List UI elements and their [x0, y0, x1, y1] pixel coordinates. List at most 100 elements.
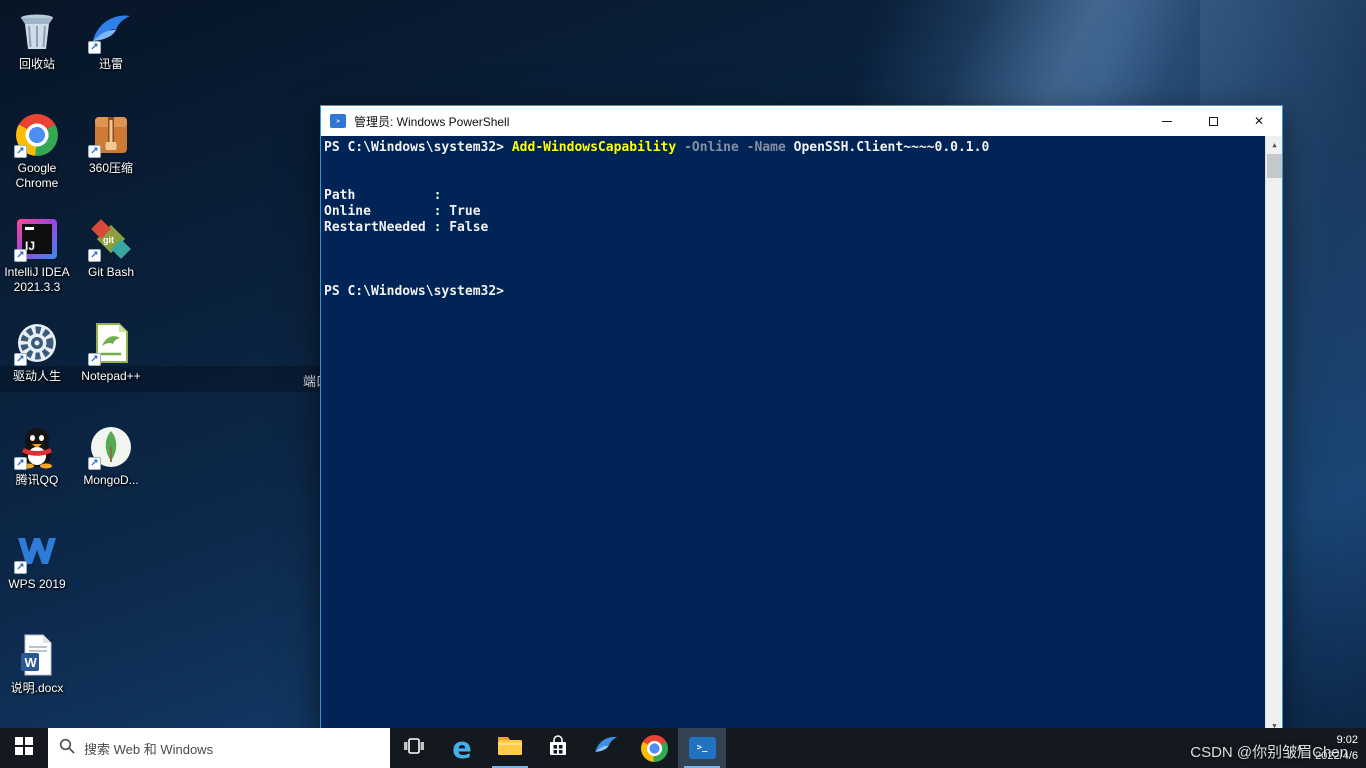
mongodb-leaf-icon: ↗ [88, 424, 134, 470]
console-prompt-line: PS C:\Windows\system32> [324, 284, 505, 299]
edge-icon: e [452, 730, 472, 765]
shortcut-arrow-icon: ↗ [88, 457, 101, 470]
taskbar-clock[interactable]: 9:02 2022/4/6 [1315, 732, 1358, 765]
desktop-icon-label: 腾讯QQ [15, 473, 59, 487]
shortcut-arrow-icon: ↗ [14, 457, 27, 470]
desktop-icon-git-bash[interactable]: git ↗ Git Bash [75, 216, 147, 280]
console-command-line: PS C:\Windows\system32> Add-WindowsCapab… [324, 140, 1262, 156]
desktop-icon-label: MongoD... [83, 473, 139, 487]
wps-icon: W ↗ [14, 528, 60, 574]
svg-text:git: git [103, 235, 114, 245]
desktop-icon-label: 说明.docx [10, 681, 64, 695]
tooltip-fragment: 端口 [303, 374, 320, 389]
taskbar-store-button[interactable] [534, 728, 582, 768]
git-bash-icon: git ↗ [88, 216, 134, 262]
scrollbar-thumb[interactable] [1267, 154, 1282, 178]
word-document-icon: W [14, 632, 60, 678]
taskbar-thunder-button[interactable] [582, 728, 630, 768]
task-view-button[interactable] [390, 728, 438, 768]
shortcut-arrow-icon: ↗ [14, 249, 27, 262]
start-button[interactable] [0, 728, 48, 768]
desktop-icon-tencent-qq[interactable]: ↗ 腾讯QQ [1, 424, 73, 488]
search-placeholder: 搜索 Web 和 Windows [84, 741, 214, 757]
taskbar-powershell-button[interactable]: >_ [678, 728, 726, 768]
console-output-line: RestartNeeded : False [324, 220, 489, 235]
taskbar: 搜索 Web 和 Windows e >_ ∧ 9:02 2022/4/6 [0, 728, 1366, 768]
chrome-icon [640, 734, 668, 762]
taskbar-chrome-button[interactable] [630, 728, 678, 768]
zip-archive-icon: ↗ [88, 112, 134, 158]
chrome-icon: ↗ [14, 112, 60, 158]
desktop-icon-label: 驱动人生 [12, 369, 61, 383]
desktop-icon-label: Git Bash [87, 265, 135, 279]
qq-penguin-icon: ↗ [14, 424, 60, 470]
window-controls: ✕ [1144, 106, 1282, 136]
shortcut-arrow-icon: ↗ [88, 249, 101, 262]
desktop-icon-label: Google Chrome [15, 161, 59, 190]
windows-logo-icon [15, 736, 33, 760]
scroll-up-button[interactable]: ▲ [1266, 136, 1282, 153]
console-argument: OpenSSH.Client~~~~0.0.1.0 [793, 140, 990, 155]
powershell-icon: >_ [688, 737, 716, 759]
window-title: 管理员: Windows PowerShell [354, 114, 510, 129]
thunder-bird-icon [593, 733, 619, 764]
tray-chevron-icon[interactable]: ∧ [1296, 743, 1303, 754]
desktop-icon-label: 360压缩 [88, 161, 134, 175]
shortcut-arrow-icon: ↗ [88, 41, 101, 54]
console-scrollbar[interactable]: ▲ ▼ [1265, 136, 1282, 734]
desktop-icon-intellij-idea[interactable]: IJ ↗ IntelliJ IDEA 2021.3.3 [1, 216, 73, 295]
intellij-icon: IJ ↗ [14, 216, 60, 262]
taskbar-search-box[interactable]: 搜索 Web 和 Windows [48, 728, 390, 768]
shortcut-arrow-icon: ↗ [14, 561, 27, 574]
powershell-console[interactable]: PS C:\Windows\system32> Add-WindowsCapab… [321, 136, 1282, 734]
store-bag-icon [546, 734, 570, 763]
minimize-button[interactable] [1144, 106, 1190, 136]
powershell-window: > 管理员: Windows PowerShell ✕ PS C:\Window… [320, 105, 1283, 735]
console-prompt: PS C:\Windows\system32> [324, 140, 512, 155]
shortcut-arrow-icon: ↗ [88, 353, 101, 366]
thunder-bird-icon: ↗ [88, 8, 134, 54]
console-output-line: Path : [324, 188, 442, 203]
desktop: 端口 回收站 ↗ Google Chrome [0, 0, 1366, 768]
desktop-icon-label: IntelliJ IDEA 2021.3.3 [4, 265, 70, 294]
desktop-icon-readme-docx[interactable]: W 说明.docx [1, 632, 73, 696]
desktop-icon-notepad-plus-plus[interactable]: ↗ Notepad++ [75, 320, 147, 384]
desktop-icon-label: Notepad++ [81, 369, 141, 383]
maximize-button[interactable] [1190, 106, 1236, 136]
desktop-icon-360zip[interactable]: ↗ 360压缩 [75, 112, 147, 176]
powershell-app-icon: > [330, 114, 346, 128]
desktop-icon-wps-2019[interactable]: W ↗ WPS 2019 [1, 528, 73, 592]
shortcut-arrow-icon: ↗ [14, 145, 27, 158]
desktop-icon-thunder[interactable]: ↗ 迅雷 [75, 8, 147, 72]
shortcut-arrow-icon: ↗ [14, 353, 27, 366]
task-view-icon [402, 734, 426, 763]
folder-icon [496, 734, 524, 763]
desktop-icon-driver-genius[interactable]: ↗ 驱动人生 [1, 320, 73, 384]
desktop-icon-recycle-bin[interactable]: 回收站 [1, 8, 73, 72]
system-tray: ∧ 9:02 2022/4/6 [1296, 728, 1366, 768]
console-output-line: Online : True [324, 204, 481, 219]
desktop-icon-label: 迅雷 [98, 57, 123, 71]
taskbar-edge-button[interactable]: e [438, 728, 486, 768]
console-cmdlet: Add-WindowsCapability [511, 140, 677, 155]
window-titlebar[interactable]: > 管理员: Windows PowerShell ✕ [321, 106, 1282, 136]
svg-text:W: W [25, 655, 38, 670]
taskbar-file-explorer-button[interactable] [486, 728, 534, 768]
desktop-icon-mongodb[interactable]: ↗ MongoD... [75, 424, 147, 488]
desktop-icon-google-chrome[interactable]: ↗ Google Chrome [1, 112, 73, 191]
desktop-icon-label: 回收站 [18, 57, 55, 71]
search-icon [59, 738, 75, 759]
clock-time: 9:02 [1336, 733, 1358, 746]
gear-icon: ↗ [14, 320, 60, 366]
recycle-bin-icon [14, 8, 60, 54]
desktop-icon-label: WPS 2019 [8, 577, 66, 591]
clock-date: 2022/4/6 [1315, 750, 1358, 762]
shortcut-arrow-icon: ↗ [88, 145, 101, 158]
console-parameters: -Online -Name [676, 140, 794, 155]
notepad-icon: ↗ [88, 320, 134, 366]
close-button[interactable]: ✕ [1236, 106, 1282, 136]
